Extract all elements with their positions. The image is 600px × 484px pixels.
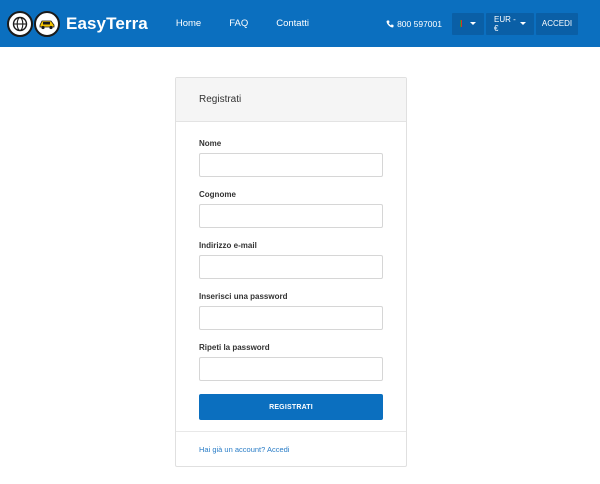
nome-input[interactable] [199, 153, 383, 177]
phone-number: 800 597001 [397, 18, 442, 29]
field-label-password-confirm: Ripeti la password [199, 343, 270, 352]
field-password-confirm: Ripeti la password [199, 343, 383, 381]
register-button[interactable]: REGISTRATI [199, 394, 383, 420]
register-card: Registrati Nome Cognome Indirizzo e-mail… [175, 77, 407, 467]
card-footer: Hai già un account? Accedi [176, 431, 406, 467]
currency-label: EUR - € [494, 14, 516, 33]
nav-faq-link[interactable]: FAQ [215, 18, 262, 29]
currency-select[interactable]: EUR - € [486, 12, 534, 35]
login-link[interactable]: Hai già un account? Accedi [199, 445, 289, 454]
nav-home-link[interactable]: Home [170, 18, 215, 29]
field-label-email: Indirizzo e-mail [199, 241, 257, 250]
field-password: Inserisci una password [199, 292, 383, 330]
field-label-cognome: Cognome [199, 190, 236, 199]
top-navbar: EasyTerra Home FAQ Contatti 800 597001 E… [0, 0, 600, 47]
field-cognome: Cognome [199, 190, 383, 228]
field-email: Indirizzo e-mail [199, 241, 383, 279]
field-label-password: Inserisci una password [199, 292, 288, 301]
caret-down-icon [470, 22, 476, 25]
password-input[interactable] [199, 306, 383, 330]
nav-right: 800 597001 EUR - € ACCEDI [386, 12, 578, 35]
phone-link[interactable]: 800 597001 [386, 19, 442, 29]
cognome-input[interactable] [199, 204, 383, 228]
nav-links: Home FAQ Contatti [170, 18, 323, 29]
card-header: Registrati [176, 78, 406, 122]
card-body: Nome Cognome Indirizzo e-mail Inserisci … [176, 122, 406, 420]
field-nome: Nome [199, 139, 383, 177]
brand-name: EasyTerra [66, 13, 148, 33]
password-confirm-input[interactable] [199, 357, 383, 381]
logo[interactable]: EasyTerra [7, 10, 148, 37]
email-input[interactable] [199, 255, 383, 279]
phone-icon [386, 20, 394, 27]
car-icon [34, 10, 60, 37]
field-label-nome: Nome [199, 139, 222, 148]
logo-circles [7, 10, 61, 37]
language-select[interactable] [452, 12, 484, 35]
nav-contatti-link[interactable]: Contatti [262, 18, 323, 29]
card-title: Registrati [199, 94, 242, 105]
caret-down-icon [520, 22, 526, 25]
italy-flag-icon [460, 20, 463, 27]
login-button[interactable]: ACCEDI [536, 12, 578, 35]
globe-icon [7, 10, 33, 37]
